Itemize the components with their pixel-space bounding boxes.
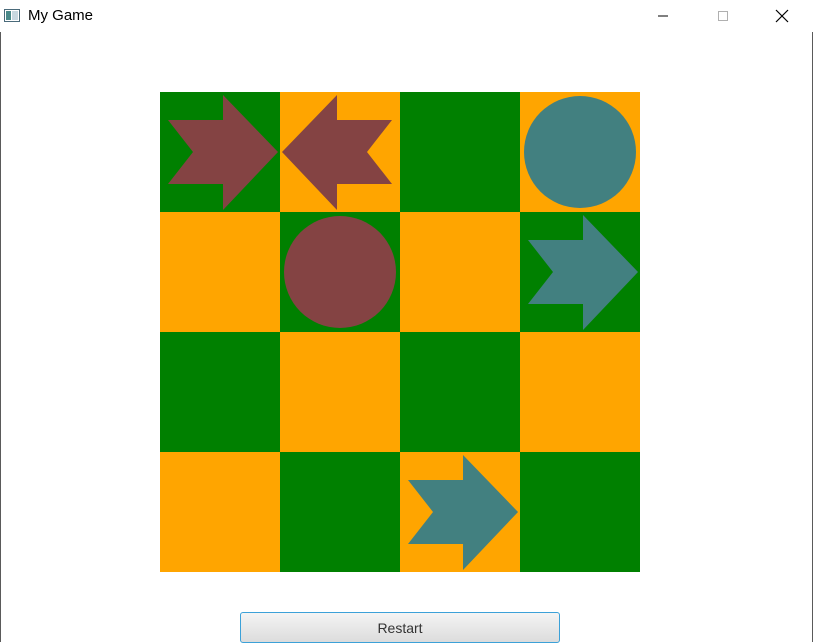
teal-arrow-right-piece-icon[interactable]	[520, 212, 640, 332]
board-cell-r2-c1[interactable]	[280, 332, 400, 452]
board-cell-r1-c1[interactable]	[280, 212, 400, 332]
red-arrow-right-piece-icon[interactable]	[160, 92, 280, 212]
teal-arrow-right-piece-icon[interactable]	[400, 452, 520, 572]
app-window-icon	[4, 9, 20, 22]
board-cell-r3-c2[interactable]	[400, 452, 520, 572]
board-cell-r0-c2[interactable]	[400, 92, 520, 212]
board-cell-r1-c0[interactable]	[160, 212, 280, 332]
board-cell-r1-c2[interactable]	[400, 212, 520, 332]
red-arrow-left-piece-icon[interactable]	[280, 92, 400, 212]
close-icon	[775, 9, 789, 23]
board-cell-r3-c0[interactable]	[160, 452, 280, 572]
board-cell-r1-c3[interactable]	[520, 212, 640, 332]
minimize-button[interactable]	[634, 0, 692, 32]
teal-circle-piece-icon[interactable]	[520, 92, 640, 212]
game-board	[160, 92, 640, 572]
close-button[interactable]	[753, 0, 811, 32]
board-cell-r0-c3[interactable]	[520, 92, 640, 212]
board-cell-r3-c1[interactable]	[280, 452, 400, 572]
board-cell-r0-c0[interactable]	[160, 92, 280, 212]
window-title: My Game	[28, 7, 94, 24]
board-cell-r2-c3[interactable]	[520, 332, 640, 452]
maximize-icon	[718, 11, 728, 21]
minimize-icon	[658, 15, 668, 17]
board-cell-r2-c0[interactable]	[160, 332, 280, 452]
board-cell-r0-c1[interactable]	[280, 92, 400, 212]
title-bar[interactable]: My Game	[0, 0, 813, 32]
board-cell-r2-c2[interactable]	[400, 332, 520, 452]
red-circle-piece-icon[interactable]	[280, 212, 400, 332]
restart-button[interactable]: Restart	[240, 612, 560, 643]
maximize-button[interactable]	[694, 0, 752, 32]
board-cell-r3-c3[interactable]	[520, 452, 640, 572]
